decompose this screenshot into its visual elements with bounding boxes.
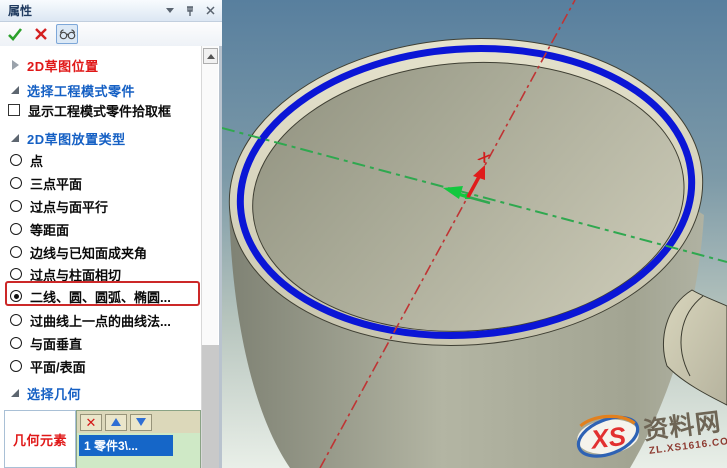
geometry-label: 几何元素: [12, 432, 67, 448]
radio-icon[interactable]: [10, 246, 22, 258]
radio-row-edge-angle-face[interactable]: 边线与已知面成夹角: [0, 242, 200, 262]
radio-row-plane-surface[interactable]: 平面/表面: [0, 356, 200, 376]
radio-icon[interactable]: [10, 177, 22, 189]
radio-icon[interactable]: [10, 268, 22, 280]
expanded-arrow-icon[interactable]: [11, 389, 19, 397]
x-icon: ✕: [85, 414, 97, 430]
panel-toolbar: [0, 22, 222, 46]
3d-scene: X XS 资料网 ZL.XS1616.COM: [221, 0, 727, 468]
glasses-icon[interactable]: [56, 24, 78, 44]
check-icon[interactable]: [4, 24, 26, 44]
selected-option-highlight-box: [5, 281, 200, 306]
section-label: 选择几何: [27, 386, 82, 402]
remove-geometry-button[interactable]: ✕: [80, 413, 102, 431]
radio-row-three-point-plane[interactable]: 三点平面: [0, 173, 200, 193]
scrollbar-thumb[interactable]: [202, 345, 219, 468]
section-select-geometry[interactable]: 选择几何: [0, 384, 200, 402]
geometry-table: 几何元素 ✕ 1 零件3\...: [4, 410, 201, 468]
section-select-part-mode[interactable]: 选择工程模式零件: [0, 81, 200, 99]
radio-row-point[interactable]: 点: [0, 150, 200, 170]
geometry-list[interactable]: 1 零件3\...: [77, 433, 200, 468]
radio-row-offset-face[interactable]: 等距面: [0, 219, 200, 239]
radio-icon[interactable]: [10, 360, 22, 372]
scrollbar-up-button[interactable]: [203, 48, 218, 64]
show-pick-box-checkbox[interactable]: [8, 104, 20, 116]
checkbox-label: 显示工程模式零件拾取框: [28, 103, 172, 119]
move-down-button[interactable]: [130, 413, 152, 431]
expanded-arrow-icon[interactable]: [11, 86, 19, 94]
properties-panel: 属性 2D草图位置 选择工程模式零件 显示工程模式零件拾取框 2D草图放置类型 …: [0, 0, 222, 468]
section-label: 选择工程模式零件: [27, 83, 136, 99]
arrow-up-icon: [111, 418, 121, 426]
radio-row-curve-normal[interactable]: 过曲线上一点的曲线法...: [0, 310, 200, 330]
radio-icon[interactable]: [10, 154, 22, 166]
arrow-up-icon: [206, 53, 215, 59]
expanded-arrow-icon[interactable]: [11, 134, 19, 142]
x-icon[interactable]: [30, 24, 52, 44]
panel-titlebar[interactable]: 属性: [0, 0, 222, 22]
app-window: 属性 2D草图位置 选择工程模式零件 显示工程模式零件拾取框 2D草图放置类型 …: [0, 0, 727, 468]
pin-icon[interactable]: [182, 4, 198, 18]
section-label: 2D草图放置类型: [27, 131, 126, 147]
radio-row-point-parallel-face[interactable]: 过点与面平行: [0, 196, 200, 216]
geometry-label-cell: 几何元素: [4, 410, 76, 468]
watermark-logo-text: XS: [587, 421, 628, 455]
show-pick-box-row[interactable]: 显示工程模式零件拾取框: [0, 100, 200, 120]
move-up-button[interactable]: [105, 413, 127, 431]
panel-title: 属性: [8, 4, 33, 18]
radio-icon[interactable]: [10, 223, 22, 235]
geometry-selected-row[interactable]: 1 零件3\...: [79, 435, 173, 456]
3d-viewport[interactable]: X XS 资料网 ZL.XS1616.COM: [221, 0, 727, 468]
section-sketch-position[interactable]: 2D草图位置: [0, 56, 200, 74]
radio-row-perpendicular-face[interactable]: 与面垂直: [0, 333, 200, 353]
geometry-list-toolbar: ✕: [77, 411, 200, 433]
section-label: 2D草图位置: [27, 58, 99, 74]
arrow-down-icon: [136, 418, 146, 426]
chevron-down-icon[interactable]: [162, 4, 178, 18]
radio-icon[interactable]: [10, 337, 22, 349]
geometry-list-cell: ✕ 1 零件3\...: [76, 410, 201, 468]
panel-scrollbar[interactable]: [201, 46, 219, 468]
collapsed-arrow-icon[interactable]: [12, 60, 19, 70]
close-icon[interactable]: [202, 4, 218, 18]
radio-icon[interactable]: [10, 314, 22, 326]
radio-icon[interactable]: [10, 200, 22, 212]
section-placement-type[interactable]: 2D草图放置类型: [0, 129, 200, 147]
